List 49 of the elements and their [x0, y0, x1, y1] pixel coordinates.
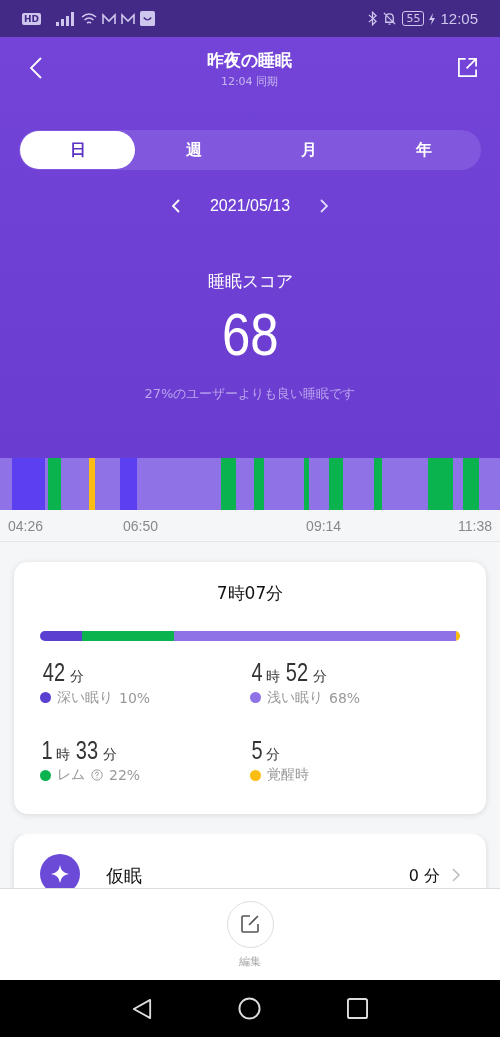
bluetooth-icon — [368, 11, 378, 26]
back-icon[interactable] — [132, 997, 152, 1020]
score-note: 27%のユーザーよりも良い睡眠です — [144, 385, 356, 403]
edit-icon — [240, 914, 260, 934]
muted-bell-icon — [382, 11, 398, 26]
total-duration: 7時07分 — [215, 582, 285, 605]
time-label: 09:14 — [306, 517, 342, 534]
stage-label: 深い眠り — [57, 688, 113, 707]
stage-duration: 5 分 — [250, 736, 281, 764]
hd-badge: HD — [22, 12, 41, 25]
stage-duration: 1 時 33 分 — [40, 736, 118, 764]
nap-label: 仮眠 — [106, 864, 142, 888]
stage-percent: 68% — [329, 689, 361, 706]
previous-icon[interactable] — [171, 199, 180, 213]
stage-label: レム — [57, 766, 85, 784]
time-label: 11:38 — [458, 517, 492, 534]
time-label: 06:50 — [123, 517, 159, 534]
stage-percent: 10% — [119, 689, 151, 706]
mail-icon — [102, 12, 116, 25]
battery-icon: 55 — [402, 11, 425, 26]
date-label: 2021/05/13 — [209, 197, 291, 215]
stage-label: 浅い眠り — [267, 688, 323, 707]
signal-icon — [56, 11, 76, 26]
stage-duration: 42 分 — [41, 659, 85, 687]
stage-label: 覚醒時 — [267, 766, 309, 784]
next-icon[interactable] — [320, 199, 329, 213]
sleep-score: 68 — [221, 305, 279, 365]
recents-icon[interactable] — [347, 998, 368, 1019]
charging-icon — [429, 12, 436, 25]
period-tab[interactable]: 週 — [136, 130, 251, 170]
sync-time: 12:04 同期 — [219, 74, 280, 89]
share-icon[interactable] — [457, 57, 478, 78]
screen-title: 昨夜の睡眠 — [206, 49, 293, 72]
edit-label: 編集 — [239, 953, 261, 969]
mail-icon — [121, 12, 135, 25]
stage-duration: 4 時 52 分 — [250, 659, 328, 687]
stage-percent: 22% — [109, 767, 141, 783]
chevron-icon — [452, 868, 460, 882]
clock: 12:05 — [440, 10, 478, 27]
nap-card[interactable]: 仮眠 0 分 — [14, 834, 486, 888]
time-label: 04:26 — [8, 517, 44, 534]
period-tab[interactable]: 年 — [366, 130, 481, 170]
app-icon — [140, 11, 155, 26]
nap-duration: 0 分 — [408, 866, 440, 887]
home-icon[interactable] — [238, 997, 261, 1020]
period-tab[interactable]: 月 — [251, 130, 366, 170]
period-tab[interactable]: 日 — [20, 131, 135, 169]
wifi-icon — [81, 11, 97, 26]
score-label: 睡眠スコア — [207, 270, 293, 293]
